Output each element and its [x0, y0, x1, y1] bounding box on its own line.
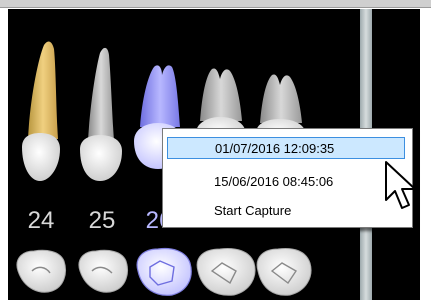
context-menu: 01/07/2016 12:09:35 15/06/2016 08:45:06 … — [162, 128, 413, 228]
occlusal-tooth-24[interactable] — [16, 249, 66, 293]
tooth-number-24: 24 — [27, 207, 55, 234]
menu-item-capture-2016-07-01[interactable]: 01/07/2016 12:09:35 — [167, 137, 405, 159]
tooth-number-25: 25 — [88, 207, 116, 234]
window-top-border — [0, 0, 431, 7]
menu-item-start-capture[interactable]: Start Capture — [167, 200, 405, 222]
window-top-line — [0, 7, 431, 8]
menu-item-capture-2016-06-15[interactable]: 15/06/2016 08:45:06 — [167, 171, 405, 193]
occlusal-tooth-25[interactable] — [78, 249, 128, 293]
tooth-25[interactable] — [80, 47, 122, 181]
occlusal-tooth-28[interactable] — [256, 248, 312, 296]
panel-right-border — [420, 9, 431, 300]
occlusal-tooth-26[interactable] — [136, 247, 192, 296]
tooth-24[interactable] — [22, 41, 60, 181]
occlusal-tooth-27[interactable] — [196, 248, 256, 296]
mouse-pointer-icon — [385, 161, 416, 209]
